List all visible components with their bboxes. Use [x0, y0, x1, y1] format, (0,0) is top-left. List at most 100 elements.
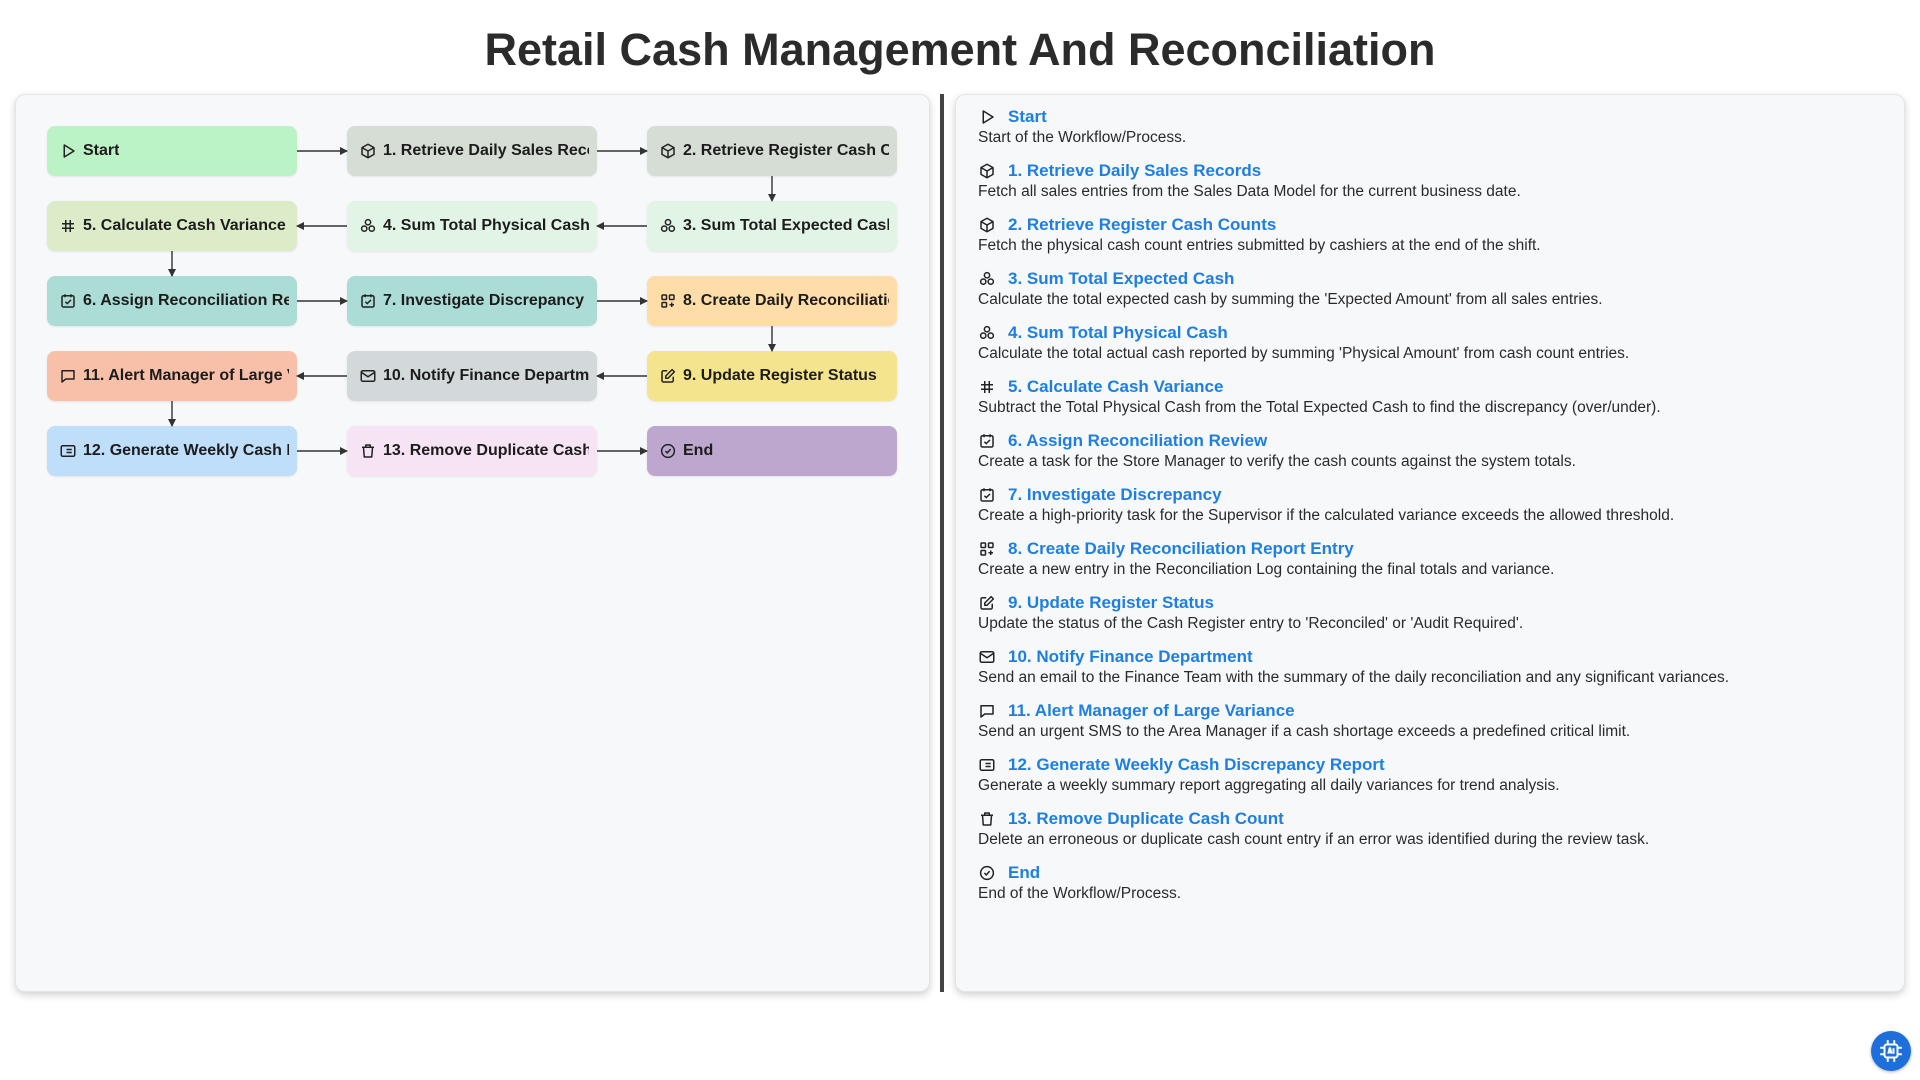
- hash-icon: [59, 217, 77, 235]
- step-title[interactable]: 10. Notify Finance Department: [1008, 647, 1253, 667]
- step-title[interactable]: 12. Generate Weekly Cash Discrepancy Rep…: [1008, 755, 1385, 775]
- step-description: Calculate the total expected cash by sum…: [978, 291, 1603, 308]
- node-calculate-cash-variance[interactable]: 5. Calculate Cash Variance: [47, 201, 297, 251]
- edit-icon: [659, 367, 677, 385]
- step-description: Generate a weekly summary report aggrega…: [978, 777, 1560, 794]
- checkbox-icon: [978, 486, 996, 504]
- step-item: 2. Retrieve Register Cash Counts Fetch t…: [968, 213, 1892, 255]
- mail-icon: [978, 648, 996, 666]
- step-item: 12. Generate Weekly Cash Discrepancy Rep…: [968, 753, 1892, 795]
- trash-icon: [978, 810, 996, 828]
- node-sum-total-expected-cash[interactable]: 3. Sum Total Expected Cash: [647, 201, 897, 251]
- checkbox-icon: [978, 432, 996, 450]
- step-item: 8. Create Daily Reconciliation Report En…: [968, 537, 1892, 579]
- hash-icon: [978, 378, 996, 396]
- play-icon: [59, 142, 77, 160]
- checkbox-icon: [59, 292, 77, 310]
- node-assign-reconciliation-review[interactable]: 6. Assign Reconciliation Review: [47, 276, 297, 326]
- message-icon: [59, 367, 77, 385]
- step-item: 4. Sum Total Physical Cash Calculate the…: [968, 321, 1892, 363]
- step-title[interactable]: End: [1008, 863, 1040, 883]
- step-title[interactable]: 4. Sum Total Physical Cash: [1008, 323, 1228, 343]
- checkbox-icon: [359, 292, 377, 310]
- step-description: Send an email to the Finance Team with t…: [978, 669, 1730, 686]
- node-label: 3. Sum Total Expected Cash: [683, 217, 889, 234]
- step-title[interactable]: 7. Investigate Discrepancy: [1008, 485, 1222, 505]
- step-title[interactable]: 5. Calculate Cash Variance: [1008, 377, 1223, 397]
- node-label: 9. Update Register Status: [683, 367, 877, 384]
- cube-icon: [978, 216, 996, 234]
- step-item: 3. Sum Total Expected Cash Calculate the…: [968, 267, 1892, 309]
- step-title[interactable]: 3. Sum Total Expected Cash: [1008, 269, 1234, 289]
- node-label: 12. Generate Weekly Cash Discrepancy Rep…: [83, 442, 289, 459]
- edit-icon: [978, 594, 996, 612]
- step-description: Create a task for the Store Manager to v…: [978, 453, 1576, 470]
- cube-icon: [659, 142, 677, 160]
- node-remove-duplicate-cash-count[interactable]: 13. Remove Duplicate Cash Count: [347, 426, 597, 476]
- step-description: End of the Workflow/Process.: [978, 885, 1182, 902]
- step-title[interactable]: 2. Retrieve Register Cash Counts: [1008, 215, 1276, 235]
- step-title[interactable]: 1. Retrieve Daily Sales Records: [1008, 161, 1261, 181]
- node-alert-manager-of-large-variance[interactable]: 11. Alert Manager of Large Variance: [47, 351, 297, 401]
- check-circle-icon: [978, 864, 996, 882]
- node-retrieve-daily-sales-records[interactable]: 1. Retrieve Daily Sales Records: [347, 126, 597, 176]
- step-description: Calculate the total actual cash reported…: [978, 345, 1630, 362]
- step-item: Start Start of the Workflow/Process.: [968, 105, 1892, 147]
- list-icon: [59, 442, 77, 460]
- step-description: Send an urgent SMS to the Area Manager i…: [978, 723, 1631, 740]
- node-label: 7. Investigate Discrepancy: [383, 292, 584, 309]
- stack-icon: [978, 324, 996, 342]
- panel-divider[interactable]: [940, 94, 944, 992]
- step-item: 1. Retrieve Daily Sales Records Fetch al…: [968, 159, 1892, 201]
- mail-icon: [359, 367, 377, 385]
- step-description: Delete an erroneous or duplicate cash co…: [978, 831, 1650, 848]
- step-title[interactable]: 9. Update Register Status: [1008, 593, 1214, 613]
- node-notify-finance-department[interactable]: 10. Notify Finance Department: [347, 351, 597, 401]
- node-label: Start: [83, 142, 120, 159]
- step-item: 5. Calculate Cash Variance Subtract the …: [968, 375, 1892, 417]
- step-title[interactable]: Start: [1008, 107, 1047, 127]
- stack-icon: [978, 270, 996, 288]
- cube-icon: [359, 142, 377, 160]
- message-icon: [978, 702, 996, 720]
- step-description: Fetch the physical cash count entries su…: [978, 237, 1541, 254]
- node-start[interactable]: Start: [47, 126, 297, 176]
- node-label: 13. Remove Duplicate Cash Count: [383, 442, 589, 459]
- chip-icon: [1880, 1040, 1902, 1062]
- node-end[interactable]: End: [647, 426, 897, 476]
- node-label: 2. Retrieve Register Cash Counts: [683, 142, 889, 159]
- step-title[interactable]: 13. Remove Duplicate Cash Count: [1008, 809, 1284, 829]
- check-circle-icon: [659, 442, 677, 460]
- grid-icon: [978, 540, 996, 558]
- node-label: 1. Retrieve Daily Sales Records: [383, 142, 589, 159]
- step-item: 13. Remove Duplicate Cash Count Delete a…: [968, 807, 1892, 849]
- node-update-register-status[interactable]: 9. Update Register Status: [647, 351, 897, 401]
- step-title[interactable]: 8. Create Daily Reconciliation Report En…: [1008, 539, 1354, 559]
- node-retrieve-register-cash-counts[interactable]: 2. Retrieve Register Cash Counts: [647, 126, 897, 176]
- step-title[interactable]: 6. Assign Reconciliation Review: [1008, 431, 1267, 451]
- grid-icon: [659, 292, 677, 310]
- node-generate-weekly-cash-discrepancy-report[interactable]: 12. Generate Weekly Cash Discrepancy Rep…: [47, 426, 297, 476]
- node-label: 11. Alert Manager of Large Variance: [83, 367, 289, 384]
- step-description: Create a high-priority task for the Supe…: [978, 507, 1675, 524]
- node-label: 4. Sum Total Physical Cash: [383, 217, 589, 234]
- step-item: 9. Update Register Status Update the sta…: [968, 591, 1892, 633]
- trash-icon: [359, 442, 377, 460]
- node-label: End: [683, 442, 714, 459]
- stack-icon: [359, 217, 377, 235]
- step-item: 10. Notify Finance Department Send an em…: [968, 645, 1892, 687]
- step-title[interactable]: 11. Alert Manager of Large Variance: [1008, 701, 1295, 721]
- step-item: 7. Investigate Discrepancy Create a high…: [968, 483, 1892, 525]
- node-investigate-discrepancy[interactable]: 7. Investigate Discrepancy: [347, 276, 597, 326]
- cube-icon: [978, 162, 996, 180]
- node-create-daily-reconciliation-report-entry[interactable]: 8. Create Daily Reconciliation Report En…: [647, 276, 897, 326]
- step-item: End End of the Workflow/Process.: [968, 861, 1892, 903]
- node-sum-total-physical-cash[interactable]: 4. Sum Total Physical Cash: [347, 201, 597, 251]
- step-item: 6. Assign Reconciliation Review Create a…: [968, 429, 1892, 471]
- step-descriptions-panel: Start Start of the Workflow/Process. 1. …: [955, 94, 1905, 992]
- ai-assistant-button[interactable]: [1871, 1031, 1911, 1071]
- step-description: Subtract the Total Physical Cash from th…: [978, 399, 1661, 416]
- node-label: 8. Create Daily Reconciliation Report En…: [683, 292, 889, 309]
- node-label: 10. Notify Finance Department: [383, 367, 589, 384]
- stack-icon: [659, 217, 677, 235]
